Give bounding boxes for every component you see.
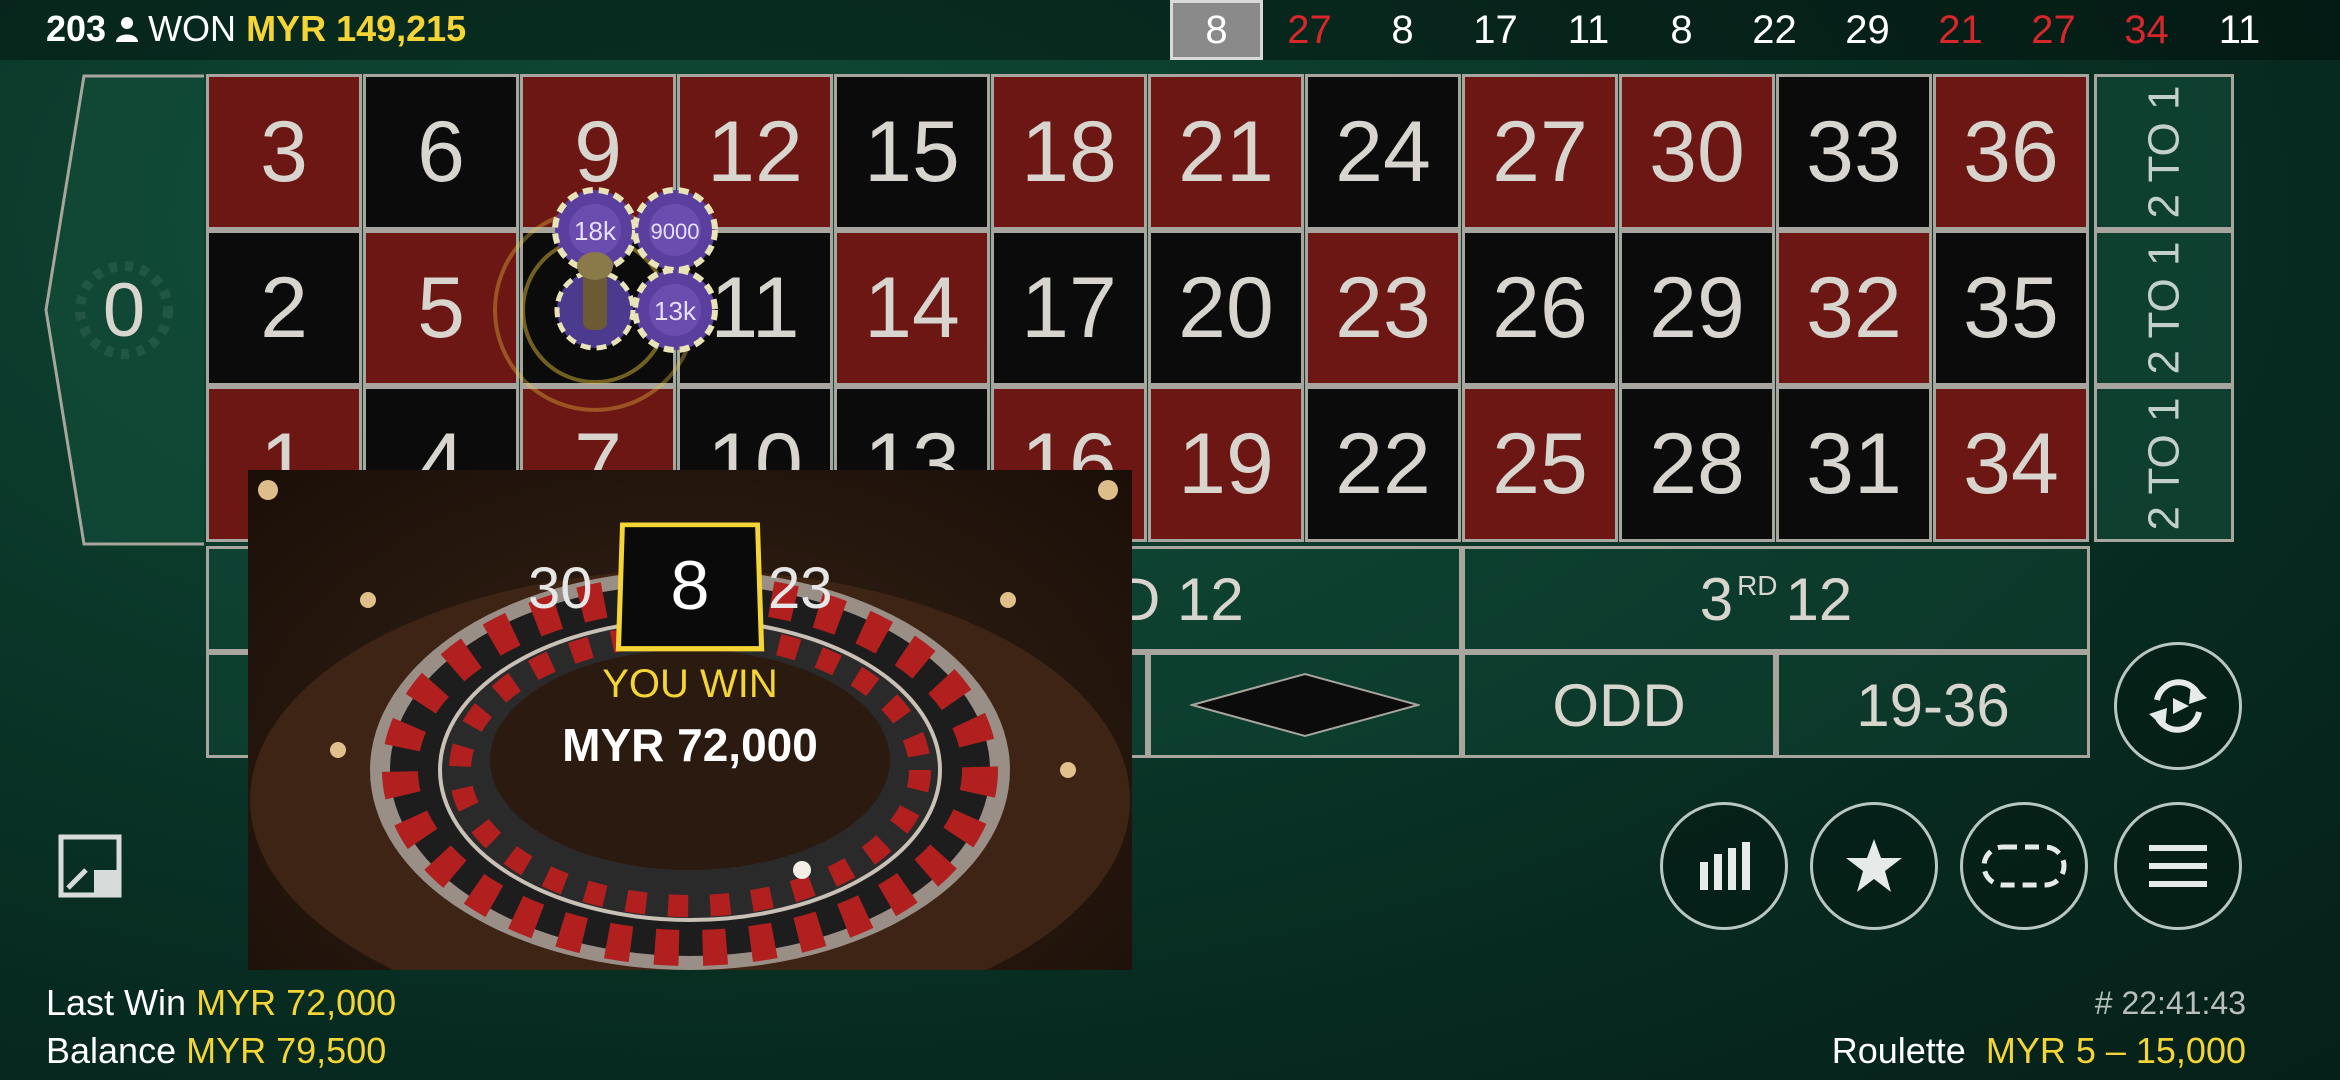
history-result: 22 (1752, 7, 1797, 52)
history-result: 21 (1938, 7, 1983, 52)
history-result: 17 (1473, 7, 1518, 52)
winning-number: 8 (670, 547, 710, 625)
history-result: 8 (1391, 7, 1414, 52)
dozen-third-prefix: 3 (1699, 565, 1734, 633)
last-win-value: MYR 72,000 (196, 982, 397, 1023)
svg-text:13k: 13k (654, 296, 697, 326)
placed-chips[interactable]: 18k 9000 13k (490, 170, 750, 430)
chip-9000[interactable]: 9000 (632, 187, 718, 273)
number-cell-21[interactable]: 21 (1148, 74, 1304, 230)
number-cell-26[interactable]: 26 (1462, 230, 1618, 386)
expand-video-icon[interactable] (58, 834, 122, 898)
history-result: 34 (2124, 7, 2169, 52)
dozen-third-ordinal: RD (1737, 570, 1778, 601)
zero-label: 0 (103, 268, 145, 353)
history-current-result: 8 (1170, 0, 1263, 60)
won-amount: MYR 149,215 (246, 8, 467, 49)
menu-icon (2149, 845, 2207, 887)
star-icon (1846, 839, 1902, 892)
balance-info: Balance MYR 79,500 (46, 1030, 386, 1072)
number-cell-24[interactable]: 24 (1305, 74, 1461, 230)
right-neighbor-number: 23 (768, 556, 833, 621)
number-cell-2[interactable]: 2 (206, 230, 362, 386)
menu-button[interactable] (2114, 802, 2242, 930)
limits-value: MYR 5 – 15,000 (1985, 1030, 2246, 1071)
winners-count: 203 (46, 8, 107, 49)
number-cell-31[interactable]: 31 (1776, 386, 1932, 542)
column-bet-top[interactable]: 2 TO 1 (2094, 74, 2234, 230)
result-history: 8 27 8 17 11 8 22 29 21 27 34 11 (1170, 0, 2286, 60)
number-cell-17[interactable]: 17 (991, 230, 1147, 386)
dozen-third-number: 12 (1785, 565, 1853, 633)
outside-odd[interactable]: ODD (1462, 652, 1776, 758)
dozen-third[interactable]: 3 RD 12 (1462, 546, 2090, 652)
win-marker-dolly (554, 252, 636, 351)
winners-info: 203 WON MYR 149,215 (46, 8, 466, 50)
history-result: 11 (2218, 7, 2261, 52)
number-cell-25[interactable]: 25 (1462, 386, 1618, 542)
round-id: # 22:41:43 (2094, 985, 2246, 1021)
chip-13k[interactable]: 13k (632, 267, 718, 353)
number-cell-28[interactable]: 28 (1619, 386, 1775, 542)
number-cell-30[interactable]: 30 (1619, 74, 1775, 230)
number-cell-18[interactable]: 18 (991, 74, 1147, 230)
number-cell-20[interactable]: 20 (1148, 230, 1304, 386)
number-cell-34[interactable]: 34 (1933, 386, 2089, 542)
column-bet-middle[interactable]: 2 TO 1 (2094, 230, 2234, 386)
person-icon (116, 17, 139, 42)
black-diamond-icon (1190, 672, 1420, 738)
column-bet-label: 2 TO 1 (2139, 397, 2188, 531)
history-result: 8 (1670, 7, 1693, 52)
column-bet-label: 2 TO 1 (2139, 241, 2188, 375)
you-win-amount: MYR 72,000 (562, 719, 818, 771)
balance-label: Balance (46, 1030, 177, 1071)
number-cell-33[interactable]: 33 (1776, 74, 1932, 230)
dozen-second-label: D 12 (1117, 565, 1244, 633)
statistics-icon (1700, 842, 1750, 890)
winning-number-box: 8 (615, 522, 765, 652)
live-video-overlay: 30 8 23 YOU WIN MYR 72,000 (248, 470, 1132, 970)
history-result: 29 (1845, 7, 1890, 52)
number-cell-15[interactable]: 15 (834, 74, 990, 230)
svg-text:18k: 18k (574, 216, 617, 246)
you-win-label: YOU WIN (602, 662, 778, 706)
repeat-icon (2149, 679, 2207, 733)
number-cell-35[interactable]: 35 (1933, 230, 2089, 386)
history-result: 27 (1287, 7, 1332, 52)
repeat-button[interactable] (2114, 642, 2242, 770)
game-name: Roulette (1831, 1030, 1966, 1071)
number-cell-29[interactable]: 29 (1619, 230, 1775, 386)
last-win-info: Last Win MYR 72,000 (46, 982, 396, 1024)
racetrack-icon (1981, 844, 2067, 888)
number-cell-22[interactable]: 22 (1305, 386, 1461, 542)
racetrack-button[interactable] (1960, 802, 2088, 930)
number-cell-3[interactable]: 3 (206, 74, 362, 230)
top-bar: 203 WON MYR 149,215 8 27 8 17 11 8 22 29 21 27 34 1… (0, 0, 2340, 60)
statistics-button[interactable] (1660, 802, 1788, 930)
outside-high[interactable]: 19-36 (1776, 652, 2090, 758)
balance-value: MYR 79,500 (186, 1030, 387, 1071)
favourites-button[interactable] (1810, 802, 1938, 930)
number-cell-19[interactable]: 19 (1148, 386, 1304, 542)
number-cell-14[interactable]: 14 (834, 230, 990, 386)
zero-bet[interactable]: 0 (44, 74, 206, 546)
high-label: 19-36 (1856, 671, 2010, 739)
column-bet-bottom[interactable]: 2 TO 1 (2094, 386, 2234, 542)
odd-label: ODD (1552, 671, 1686, 739)
history-result: 27 (2031, 7, 2076, 52)
number-cell-23[interactable]: 23 (1305, 230, 1461, 386)
table-limits: Roulette MYR 5 – 15,000 (1832, 1030, 2246, 1072)
number-cell-36[interactable]: 36 (1933, 74, 2089, 230)
won-label: WON (148, 8, 237, 49)
column-bet-label: 2 TO 1 (2139, 85, 2188, 219)
left-neighbor-number: 30 (528, 556, 593, 621)
svg-text:9000: 9000 (651, 219, 700, 244)
number-cell-27[interactable]: 27 (1462, 74, 1618, 230)
history-result: 11 (1567, 7, 1610, 52)
number-cell-32[interactable]: 32 (1776, 230, 1932, 386)
last-win-label: Last Win (46, 982, 187, 1023)
outside-black[interactable] (1148, 652, 1462, 758)
